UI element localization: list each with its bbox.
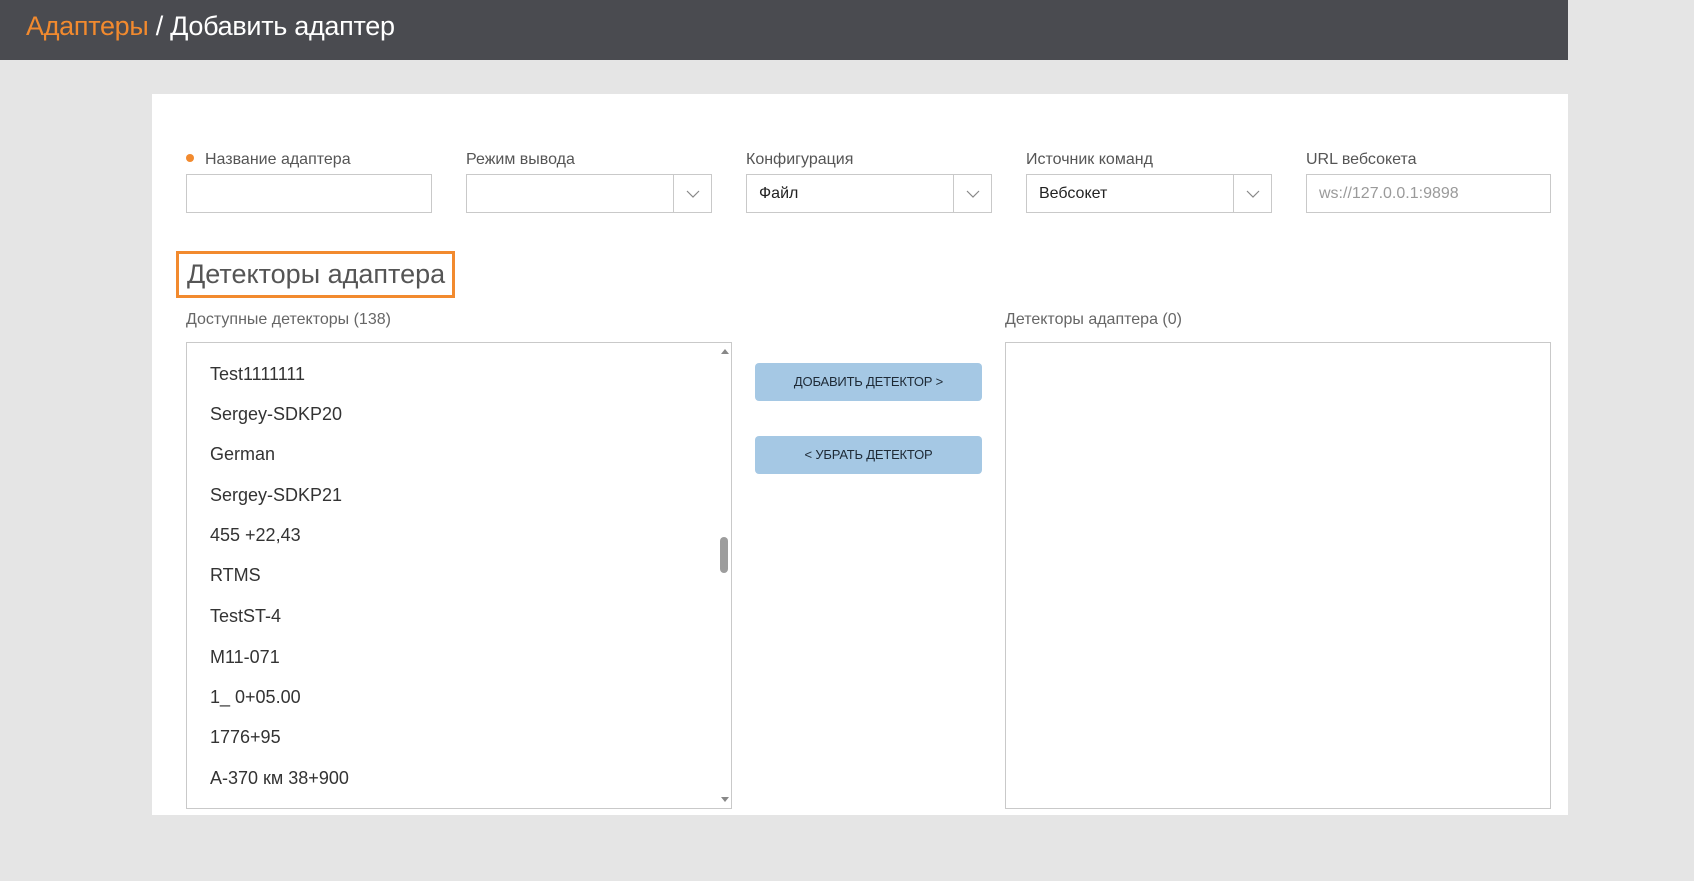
breadcrumb-separator: /: [148, 11, 171, 41]
output-mode-select[interactable]: [466, 174, 712, 213]
breadcrumb-adapters-link[interactable]: Адаптеры: [26, 11, 149, 41]
list-item[interactable]: Sergey-SDKP20: [210, 402, 342, 426]
list-item[interactable]: Test1111111: [210, 362, 305, 386]
list-item[interactable]: M11-071: [210, 645, 280, 669]
top-bar: Адаптеры / Добавить адаптер: [0, 0, 1568, 60]
assigned-detectors-list[interactable]: [1005, 342, 1551, 809]
add-detector-button[interactable]: ДОБАВИТЬ ДЕТЕКТОР >: [755, 363, 982, 401]
adapter-name-label-text: Название адаптера: [205, 151, 351, 168]
command-source-label: Источник команд: [1026, 151, 1153, 168]
list-item[interactable]: RTMS: [210, 563, 261, 587]
adapter-name-label: Название адаптера: [186, 150, 351, 170]
adapter-name-input[interactable]: [186, 174, 432, 213]
breadcrumb: Адаптеры / Добавить адаптер: [26, 10, 395, 42]
scroll-down-arrow-icon[interactable]: [719, 793, 731, 805]
websocket-url-input[interactable]: [1306, 174, 1551, 213]
output-mode-label: Режим вывода: [466, 151, 575, 168]
list-item[interactable]: Sergey-SDKP21: [210, 483, 342, 507]
chevron-down-icon: [1233, 175, 1271, 212]
required-indicator-icon: [186, 154, 194, 162]
command-source-value: Вебсокет: [1039, 185, 1108, 202]
available-detectors-label: Доступные детекторы (138): [186, 311, 391, 328]
configuration-select[interactable]: Файл: [746, 174, 992, 213]
assigned-detectors-label: Детекторы адаптера (0): [1005, 311, 1182, 328]
list-item[interactable]: German: [210, 442, 275, 466]
chevron-down-icon: [953, 175, 991, 212]
list-item[interactable]: А-370 км 38+900: [210, 766, 349, 790]
list-item[interactable]: TestST-4: [210, 604, 281, 628]
remove-detector-button[interactable]: < УБРАТЬ ДЕТЕКТОР: [755, 436, 982, 474]
list-item[interactable]: 1_ 0+05.00: [210, 685, 301, 709]
scrollbar-thumb[interactable]: [720, 537, 728, 573]
list-item[interactable]: 455 +22,43: [210, 523, 301, 547]
websocket-url-label: URL вебсокета: [1306, 151, 1417, 168]
command-source-select[interactable]: Вебсокет: [1026, 174, 1272, 213]
chevron-down-icon: [673, 175, 711, 212]
configuration-value: Файл: [759, 185, 799, 202]
list-item[interactable]: 1776+95: [210, 725, 281, 749]
breadcrumb-current-page: Добавить адаптер: [170, 11, 395, 41]
configuration-label: Конфигурация: [746, 151, 854, 168]
available-detectors-list[interactable]: Test1111111 Sergey-SDKP20 German Sergey-…: [186, 342, 732, 809]
scroll-up-arrow-icon[interactable]: [719, 345, 731, 357]
adapter-detectors-heading: Детекторы адаптера: [176, 251, 455, 298]
